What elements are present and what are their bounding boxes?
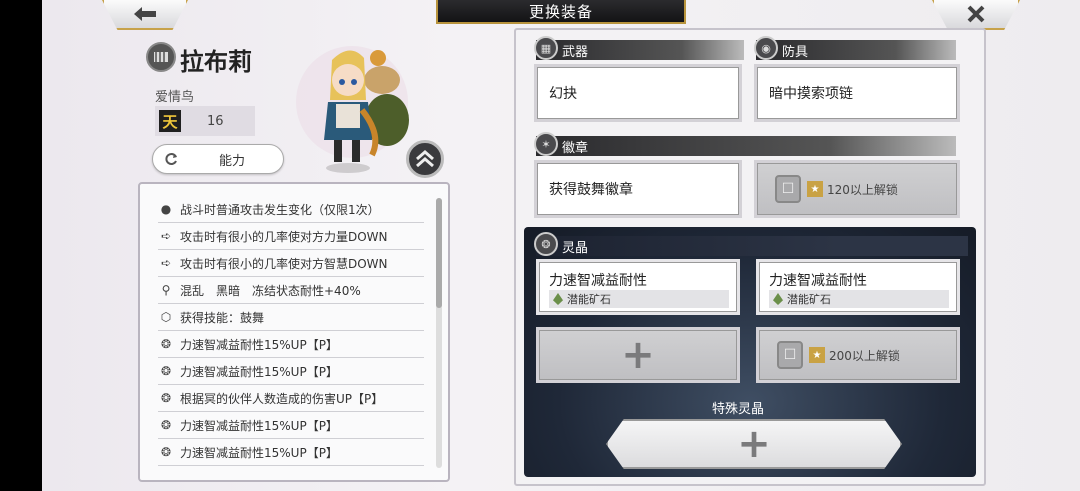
- claw-icon: ➪: [160, 256, 172, 270]
- effect-text: 力速智减益耐性15%UP【P】: [180, 364, 338, 379]
- crystal-locked-text: 200以上解锁: [829, 348, 900, 363]
- spirit-header: ❂ 灵晶: [534, 232, 968, 256]
- list-item: ❂ 根据冥的伙伴人数造成的伤害UP【P】: [158, 385, 424, 412]
- weapon-label: 武器: [562, 44, 589, 60]
- skill-icon: ⬡: [160, 310, 172, 324]
- rank-box: 天 16: [155, 106, 255, 136]
- weapon-icon: ▦: [534, 36, 558, 60]
- claw-icon: ➪: [160, 229, 172, 243]
- crystal-sub-label: 潜能矿石: [787, 293, 831, 306]
- ore-icon: [553, 293, 563, 305]
- close-button[interactable]: [932, 0, 1020, 30]
- armor-slot[interactable]: 暗中摸索项链: [754, 64, 960, 122]
- crystal-slot-empty[interactable]: +: [536, 327, 740, 383]
- armor-icon: ◉: [754, 36, 778, 60]
- effect-text: 混乱 黑暗 冻结状态耐性+40%: [180, 283, 361, 298]
- effect-text: 根据冥的伙伴人数造成的伤害UP【P】: [180, 391, 384, 406]
- list-item: ● 战斗时普通攻击发生变化（仅限1次）: [158, 196, 424, 223]
- list-item: ❂ 力速智减益耐性15%UP【P】: [158, 358, 424, 385]
- lock-icon: ☐: [777, 341, 803, 369]
- crystal-slot-2[interactable]: 力速智减益耐性 潜能矿石: [756, 259, 960, 315]
- crystal-icon: ❂: [160, 445, 172, 459]
- list-item: ⬡ 获得技能：鼓舞: [158, 304, 424, 331]
- page-title: 更换装备: [436, 0, 686, 24]
- effect-text: 力速智减益耐性15%UP【P】: [180, 337, 338, 352]
- special-crystal-label: 特殊灵晶: [712, 402, 765, 417]
- resist-icon: ⚲: [161, 283, 171, 297]
- ability-button[interactable]: 能力: [152, 144, 284, 174]
- effect-text: 战斗时普通攻击发生变化（仅限1次）: [180, 202, 380, 217]
- crystal-slot-locked[interactable]: ☐ ★ 200以上解锁: [756, 327, 960, 383]
- emblem-slot-locked[interactable]: ☐ ★ 120以上解锁: [754, 160, 960, 218]
- armor-label: 防具: [782, 44, 809, 60]
- crystal-type: 潜能矿石: [769, 290, 949, 308]
- close-x-icon: [967, 5, 985, 23]
- person-icon: ●: [160, 202, 172, 216]
- weapon-header: ▦ 武器: [534, 36, 744, 60]
- plus-icon: +: [737, 421, 771, 467]
- list-item: ⚲ 混乱 黑暗 冻结状态耐性+40%: [158, 277, 424, 304]
- weapon-slot[interactable]: 幻抉: [534, 64, 742, 122]
- crystal-type: 潜能矿石: [549, 290, 729, 308]
- scrollbar-thumb[interactable]: [436, 198, 442, 308]
- crystal-icon: ❂: [160, 418, 172, 432]
- plus-icon: +: [621, 332, 655, 378]
- weapon-class-icon: [146, 42, 176, 72]
- list-item: ➪ 攻击时有很小的几率使对方智慧DOWN: [158, 250, 424, 277]
- list-item: ❂ 力速智减益耐性15%UP【P】: [158, 331, 424, 358]
- armor-header: ◉ 防具: [754, 36, 956, 60]
- crystal-sub-label: 潜能矿石: [567, 293, 611, 306]
- star-icon: ★: [807, 181, 823, 197]
- back-button[interactable]: [102, 0, 188, 30]
- crystal-name: 力速智减益耐性: [769, 273, 867, 289]
- armor-name: 暗中摸索项链: [769, 86, 853, 102]
- crystal-icon: ❂: [160, 364, 172, 378]
- effect-text: 获得技能：鼓舞: [180, 310, 265, 325]
- emblem-header: ✶ 徽章: [534, 132, 956, 156]
- effect-text: 力速智减益耐性15%UP【P】: [180, 418, 338, 433]
- list-item: ❂ 力速智减益耐性15%UP【P】: [158, 439, 424, 466]
- crystal-slot-1[interactable]: 力速智减益耐性 潜能矿石: [536, 259, 740, 315]
- character-title: 爱情鸟: [155, 90, 195, 105]
- rank-badge: 天: [159, 110, 181, 132]
- lock-icon: ☐: [775, 175, 801, 203]
- emblem-slot[interactable]: 获得鼓舞徽章: [534, 160, 742, 218]
- character-level: 16: [207, 113, 224, 129]
- list-item: ➪ 攻击时有很小的几率使对方力量DOWN: [158, 223, 424, 250]
- crystal-icon: ❂: [160, 337, 172, 351]
- emblem-name: 获得鼓舞徽章: [549, 182, 633, 198]
- character-portrait: [292, 40, 412, 180]
- ability-label: 能力: [219, 153, 246, 169]
- character-name: 拉布莉: [180, 48, 252, 76]
- special-crystal-slot[interactable]: +: [606, 419, 902, 469]
- effect-text: 力速智减益耐性15%UP【P】: [180, 445, 338, 460]
- emblem-label: 徽章: [562, 140, 589, 156]
- spirit-crystal-icon: ❂: [534, 232, 558, 256]
- ore-icon: [773, 293, 783, 305]
- crystal-name: 力速智减益耐性: [549, 273, 647, 289]
- weapon-name: 幻抉: [549, 86, 577, 102]
- chevron-up-double-icon: [416, 150, 434, 168]
- effects-list[interactable]: ● 战斗时普通攻击发生变化（仅限1次） ➪ 攻击时有很小的几率使对方力量DOWN ➪…: [138, 182, 450, 482]
- emblem-locked-text: 120以上解锁: [827, 182, 898, 197]
- crystal-icon: ❂: [160, 391, 172, 405]
- collapse-button[interactable]: [406, 140, 444, 178]
- arrow-left-icon: [134, 7, 156, 21]
- effect-text: 攻击时有很小的几率使对方力量DOWN: [180, 229, 388, 244]
- emblem-icon: ✶: [534, 132, 558, 156]
- equipment-screen: 更换装备 拉布莉 爱情鸟 天 16 能力 ● 战斗时普通攻击发生变化（仅限1次）…: [42, 0, 1080, 491]
- star-icon: ★: [809, 347, 825, 363]
- refresh-icon: [165, 153, 177, 165]
- effect-text: 攻击时有很小的几率使对方智慧DOWN: [180, 256, 388, 271]
- spirit-label: 灵晶: [562, 240, 589, 256]
- list-item: ❂ 力速智减益耐性15%UP【P】: [158, 412, 424, 439]
